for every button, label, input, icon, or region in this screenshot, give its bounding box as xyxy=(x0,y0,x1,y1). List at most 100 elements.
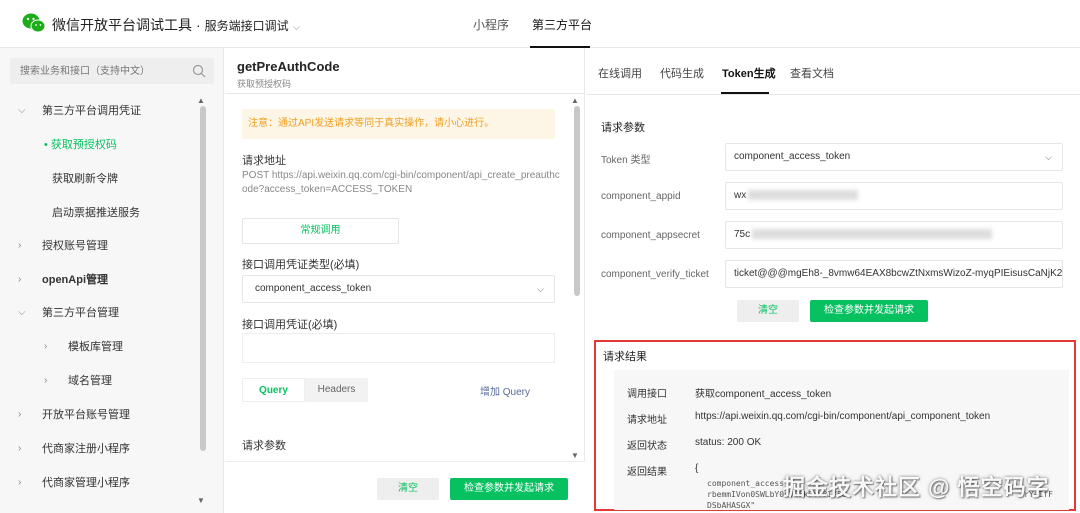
component-verify-ticket-input[interactable]: ticket@@@mgEh8-_8vmw64EAX8bcwZtNxmsWizoZ… xyxy=(725,260,1063,288)
sidebar-item-label: 代商家管理小程序 xyxy=(42,477,130,489)
api-detail-panel: getPreAuthCode 获取预授权码 注意：通过API发送请求等同于真实操… xyxy=(225,48,585,513)
sidebar-item-label: 第三方平台管理 xyxy=(42,307,119,319)
chevron-right-icon: › xyxy=(18,409,22,420)
add-query-link[interactable]: 增加 Query xyxy=(480,383,530,398)
redacted-blur xyxy=(752,229,993,240)
result-code-line: component_access_ xyxy=(707,479,789,488)
result-label-url: 请求地址 xyxy=(627,415,667,426)
watermark: 掘金技术社区 @ 悟空码字 xyxy=(783,475,1050,500)
verify-ticket-value: ticket@@@mgEh8-_8vmw64EAX8bcwZtNxmsWizoZ… xyxy=(734,268,1063,279)
title-separator: · xyxy=(196,17,201,33)
sidebar-item-start-ticket-push[interactable]: 启动票据推送服务 xyxy=(0,198,200,228)
warning-banner: 注意：通过API发送请求等同于真实操作，请小心进行。 xyxy=(242,109,555,139)
sidebar-scrollbar[interactable] xyxy=(200,106,206,451)
sidebar-item-manage-miniprogram[interactable]: › 代商家管理小程序 xyxy=(0,468,200,498)
sidebar-item-label: 域名管理 xyxy=(68,375,112,387)
chevron-down-icon: ⌵ xyxy=(537,284,544,294)
sidebar-item-label: 授权账号管理 xyxy=(42,240,108,252)
tab-view-docs[interactable]: 查看文档 xyxy=(790,65,834,81)
sidebar-item-domain-management[interactable]: › 域名管理 xyxy=(0,366,200,396)
middle-footer: 清空 检查参数并发起请求 xyxy=(225,461,585,513)
divider xyxy=(586,94,1080,95)
app-subtitle: 服务端接口调试 xyxy=(204,19,289,33)
middle-scrollbar[interactable] xyxy=(574,106,580,296)
result-title: 请求结果 xyxy=(603,351,647,363)
sidebar-item-authorized-accounts[interactable]: › 授权账号管理 xyxy=(0,231,200,261)
submit-token-request-button[interactable]: 检查参数并发起请求 xyxy=(810,300,928,322)
result-value-api: 获取component_access_token xyxy=(695,389,832,400)
chevron-right-icon: › xyxy=(18,274,22,285)
divider xyxy=(225,93,585,94)
sidebar-item-third-party-credentials[interactable]: ⌵ 第三方平台调用凭证 xyxy=(0,96,200,126)
param-label-appsecret: component_appsecret xyxy=(601,230,700,241)
params-title: 请求参数 xyxy=(601,122,645,134)
chevron-down-icon: ⌵ xyxy=(18,307,26,318)
credential-input[interactable] xyxy=(242,333,555,363)
chevron-right-icon: › xyxy=(44,341,48,352)
result-value-body-open: { xyxy=(695,463,699,474)
sidebar-item-label: openApi管理 xyxy=(42,274,108,286)
tab-online-call[interactable]: 在线调用 xyxy=(598,65,642,81)
tab-miniprogram[interactable]: 小程序 xyxy=(473,16,509,33)
scroll-up-arrow-icon[interactable]: ▲ xyxy=(571,96,579,105)
search-input[interactable] xyxy=(10,58,180,84)
sidebar-item-get-pre-auth-code[interactable]: • 获取预授权码 xyxy=(0,130,200,160)
result-value-url: https://api.weixin.qq.com/cgi-bin/compon… xyxy=(695,411,991,422)
submit-request-button[interactable]: 检查参数并发起请求 xyxy=(450,478,568,500)
app-title[interactable]: 微信开放平台调试工具 · 服务端接口调试 ⌵ xyxy=(52,15,300,35)
sidebar-item-label: 模板库管理 xyxy=(68,341,123,353)
chevron-down-icon: ⌵ xyxy=(18,105,26,116)
sidebar-item-template-library[interactable]: › 模板库管理 xyxy=(0,332,200,362)
result-label-body: 返回结果 xyxy=(627,467,667,478)
credential-type-select[interactable]: component_access_token ⌵ xyxy=(242,275,555,303)
tab-headers[interactable]: Headers xyxy=(305,378,368,402)
chevron-down-icon: ⌵ xyxy=(1045,152,1052,162)
result-label-api: 调用接口 xyxy=(627,389,667,400)
credential-type-label: 接口调用凭证类型(必填) xyxy=(242,259,360,271)
token-type-select[interactable]: component_access_token ⌵ xyxy=(725,143,1063,171)
scroll-down-arrow-icon[interactable]: ▼ xyxy=(571,451,579,460)
tab-query[interactable]: Query xyxy=(242,378,305,402)
sidebar-item-get-refresh-token[interactable]: 获取刷新令牌 xyxy=(0,164,200,194)
redacted-blur xyxy=(748,190,859,201)
token-type-value: component_access_token xyxy=(734,151,851,162)
result-value-status: status: 200 OK xyxy=(695,437,762,448)
chevron-right-icon: › xyxy=(18,477,22,488)
component-appsecret-input[interactable]: 75c xyxy=(725,221,1063,249)
param-label-appid: component_appid xyxy=(601,191,681,202)
app-title-main: 微信开放平台调试工具 xyxy=(52,17,192,33)
request-params-label: 请求参数 xyxy=(242,440,286,452)
request-url: POST https://api.weixin.qq.com/cgi-bin/c… xyxy=(242,170,560,195)
sidebar: ⌵ 第三方平台调用凭证 • 获取预授权码 获取刷新令牌 启动票据推送服务 › 授… xyxy=(0,48,224,513)
sidebar-item-openapi[interactable]: › openApi管理 xyxy=(0,265,200,295)
sidebar-item-label: 获取刷新令牌 xyxy=(52,173,118,185)
tab-code-generation[interactable]: 代码生成 xyxy=(660,65,704,81)
api-name: getPreAuthCode xyxy=(237,59,340,74)
param-label-verify-ticket: component_verify_ticket xyxy=(601,269,709,280)
clear-button[interactable]: 清空 xyxy=(377,478,439,500)
chevron-down-icon: ⌵ xyxy=(292,22,301,33)
sidebar-item-open-platform-accounts[interactable]: › 开放平台账号管理 xyxy=(0,400,200,430)
scroll-up-arrow-icon[interactable]: ▲ xyxy=(197,96,205,105)
scroll-down-arrow-icon[interactable]: ▼ xyxy=(197,496,205,505)
appsecret-value: 75c xyxy=(734,229,751,240)
credential-type-value: component_access_token xyxy=(255,283,372,294)
sidebar-item-register-miniprogram[interactable]: › 代商家注册小程序 xyxy=(0,434,200,464)
chevron-right-icon: › xyxy=(18,240,22,251)
tab-token-generation[interactable]: Token生成 xyxy=(722,65,776,81)
normal-call-button[interactable]: 常规调用 xyxy=(242,218,399,244)
clear-params-button[interactable]: 清空 xyxy=(737,300,799,322)
search-icon[interactable] xyxy=(192,64,206,78)
chevron-right-icon: › xyxy=(18,443,22,454)
chevron-right-icon: › xyxy=(44,375,48,386)
right-panel: 在线调用 代码生成 Token生成 查看文档 请求参数 Token 类型 com… xyxy=(586,48,1080,513)
sidebar-item-platform-management[interactable]: ⌵ 第三方平台管理 xyxy=(0,298,200,328)
sidebar-item-label: 代商家注册小程序 xyxy=(42,443,130,455)
component-appid-input[interactable]: wx xyxy=(725,182,1063,210)
app-header: 微信开放平台调试工具 · 服务端接口调试 ⌵ 小程序 第三方平台 xyxy=(0,0,1080,48)
sidebar-item-label: 启动票据推送服务 xyxy=(52,207,140,219)
sidebar-item-label: 第三方平台调用凭证 xyxy=(42,105,141,117)
tab-third-party-platform[interactable]: 第三方平台 xyxy=(532,16,592,33)
wechat-logo-icon xyxy=(22,13,46,33)
search-box xyxy=(10,58,214,84)
